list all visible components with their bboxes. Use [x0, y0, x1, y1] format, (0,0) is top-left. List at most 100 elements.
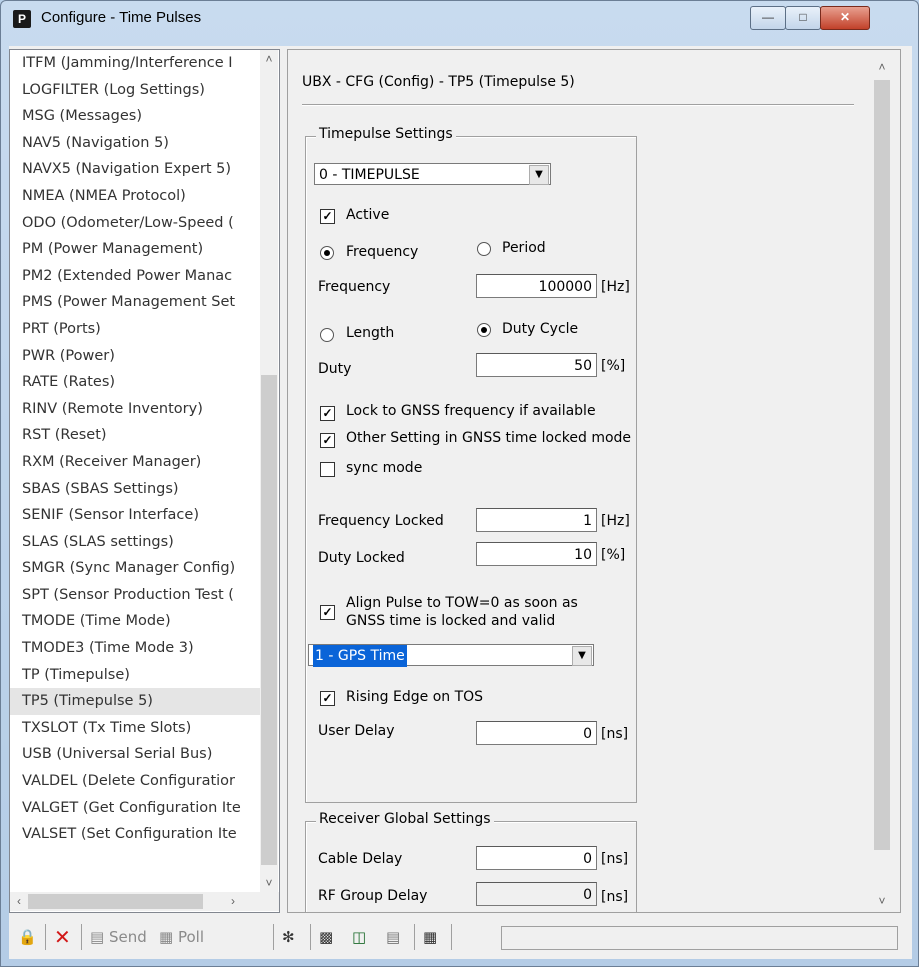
scroll-left-icon[interactable]: ‹: [10, 892, 28, 910]
frequency-unit: [Hz]: [601, 279, 630, 295]
list-item[interactable]: NAV5 (Navigation 5): [10, 130, 260, 157]
lock-gnss-checkbox[interactable]: ✓: [320, 406, 335, 421]
list-item[interactable]: VALSET (Set Configuration Ite: [10, 821, 260, 848]
duty-input[interactable]: 50: [476, 353, 597, 377]
message-list[interactable]: ITFM (Jamming/Interference I LOGFILTER (L…: [10, 50, 260, 892]
duty-locked-input[interactable]: 10: [476, 542, 597, 566]
timepulse-select[interactable]: 0 - TIMEPULSE ▼: [314, 163, 551, 185]
list-item[interactable]: TP (Timepulse): [10, 662, 260, 689]
frequency-radio-label: Frequency: [346, 244, 419, 260]
list-item[interactable]: TP5 (Timepulse 5): [10, 688, 260, 715]
length-radio[interactable]: [320, 328, 334, 342]
duty-cycle-radio-label: Duty Cycle: [502, 321, 579, 337]
list-hscroll-thumb[interactable]: [28, 894, 203, 909]
sync-mode-checkbox[interactable]: [320, 462, 335, 477]
list-item[interactable]: TXSLOT (Tx Time Slots): [10, 715, 260, 742]
rising-edge-checkbox[interactable]: ✓: [320, 691, 335, 706]
settings-panel: UBX - CFG (Config) - TP5 (Timepulse 5) T…: [287, 49, 901, 913]
other-setting-checkbox[interactable]: ✓: [320, 433, 335, 448]
cable-delay-unit: [ns]: [601, 851, 629, 867]
list-item[interactable]: SENIF (Sensor Interface): [10, 502, 260, 529]
minimize-button[interactable]: —: [750, 6, 786, 30]
list-scroll-thumb[interactable]: [261, 375, 277, 865]
frequency-label: Frequency: [318, 279, 391, 295]
user-delay-input[interactable]: 0: [476, 721, 597, 745]
list-item[interactable]: RINV (Remote Inventory): [10, 396, 260, 423]
copy-icon[interactable]: ▩: [319, 925, 333, 949]
duty-locked-label: Duty Locked: [318, 550, 405, 566]
list-item[interactable]: PMS (Power Management Set: [10, 289, 260, 316]
list-item[interactable]: SPT (Sensor Production Test (: [10, 582, 260, 609]
list-item[interactable]: TMODE (Time Mode): [10, 608, 260, 635]
lock-icon[interactable]: 🔒: [18, 925, 37, 949]
app-icon: P: [13, 10, 31, 28]
panel-vertical-scrollbar[interactable]: ˄ ˅: [873, 50, 891, 910]
list-item[interactable]: SBAS (SBAS Settings): [10, 476, 260, 503]
receiver-group-label: Receiver Global Settings: [316, 811, 494, 827]
device-icon[interactable]: ▦: [423, 925, 437, 949]
rf-group-delay-input: 0: [476, 882, 597, 906]
list-item[interactable]: PM2 (Extended Power Manac: [10, 263, 260, 290]
frequency-locked-input[interactable]: 1: [476, 508, 597, 532]
scroll-right-icon[interactable]: ›: [224, 892, 242, 910]
list-item[interactable]: MSG (Messages): [10, 103, 260, 130]
list-item[interactable]: RXM (Receiver Manager): [10, 449, 260, 476]
align-pulse-label-line2: GNSS time is locked and valid: [346, 613, 556, 629]
list-vertical-scrollbar[interactable]: ˄ ˅: [260, 50, 278, 892]
title-bar[interactable]: P Configure - Time Pulses — □ ✕: [1, 1, 918, 35]
panel-scroll-thumb[interactable]: [874, 80, 890, 850]
period-radio[interactable]: [477, 242, 491, 256]
list-item[interactable]: NAVX5 (Navigation Expert 5): [10, 156, 260, 183]
duty-label: Duty: [318, 361, 352, 377]
list-item[interactable]: PM (Power Management): [10, 236, 260, 263]
time-source-select[interactable]: 1 - GPS Time ▼: [308, 644, 594, 667]
scroll-down-icon[interactable]: ˅: [260, 874, 278, 892]
poll-label: Poll: [177, 928, 204, 946]
poll-button[interactable]: ▦ Poll: [159, 925, 204, 949]
satellite-icon[interactable]: ✻: [282, 925, 295, 949]
list-item[interactable]: SLAS (SLAS settings): [10, 529, 260, 556]
active-checkbox[interactable]: ✓: [320, 209, 335, 224]
list-item[interactable]: NMEA (NMEA Protocol): [10, 183, 260, 210]
list-horizontal-scrollbar[interactable]: ‹ ›: [10, 892, 260, 911]
timepulse-group-label: Timepulse Settings: [316, 126, 456, 142]
scroll-down-icon[interactable]: ˅: [873, 892, 891, 910]
header-divider: [302, 104, 854, 106]
cable-delay-input[interactable]: 0: [476, 846, 597, 870]
list-item[interactable]: LOGFILTER (Log Settings): [10, 77, 260, 104]
active-label: Active: [346, 207, 390, 223]
cable-delay-label: Cable Delay: [318, 851, 403, 867]
close-button[interactable]: ✕: [820, 6, 870, 30]
list-item[interactable]: RATE (Rates): [10, 369, 260, 396]
save-icon[interactable]: ▤: [386, 925, 400, 949]
load-icon[interactable]: ◫: [352, 925, 366, 949]
toolbar-separator: [273, 924, 274, 950]
rf-group-delay-unit: [ns]: [601, 889, 629, 905]
chevron-down-icon[interactable]: ▼: [529, 165, 549, 185]
list-item[interactable]: PRT (Ports): [10, 316, 260, 343]
list-item[interactable]: VALDEL (Delete Configuratior: [10, 768, 260, 795]
frequency-radio[interactable]: [320, 246, 334, 260]
maximize-button[interactable]: □: [785, 6, 821, 30]
status-field: [501, 926, 898, 950]
scroll-corner: [260, 892, 279, 911]
list-item[interactable]: USB (Universal Serial Bus): [10, 741, 260, 768]
list-item[interactable]: SMGR (Sync Manager Config): [10, 555, 260, 582]
list-item[interactable]: RST (Reset): [10, 422, 260, 449]
sync-mode-label: sync mode: [346, 460, 423, 476]
scroll-up-icon[interactable]: ˄: [260, 50, 278, 68]
duty-cycle-radio[interactable]: [477, 323, 491, 337]
send-button[interactable]: ▤ Send: [90, 925, 147, 949]
list-item[interactable]: ITFM (Jamming/Interference I: [10, 50, 260, 77]
duty-unit: [%]: [601, 358, 626, 374]
frequency-input[interactable]: 100000: [476, 274, 597, 298]
align-pulse-label-line1: Align Pulse to TOW=0 as soon as: [346, 595, 578, 611]
list-item[interactable]: ODO (Odometer/Low-Speed (: [10, 210, 260, 237]
align-pulse-checkbox[interactable]: ✓: [320, 605, 335, 620]
list-item[interactable]: PWR (Power): [10, 343, 260, 370]
scroll-up-icon[interactable]: ˄: [873, 58, 891, 76]
list-item[interactable]: VALGET (Get Configuration Ite: [10, 795, 260, 822]
list-item[interactable]: TMODE3 (Time Mode 3): [10, 635, 260, 662]
chevron-down-icon[interactable]: ▼: [572, 646, 592, 666]
delete-icon[interactable]: ✕: [54, 925, 71, 949]
